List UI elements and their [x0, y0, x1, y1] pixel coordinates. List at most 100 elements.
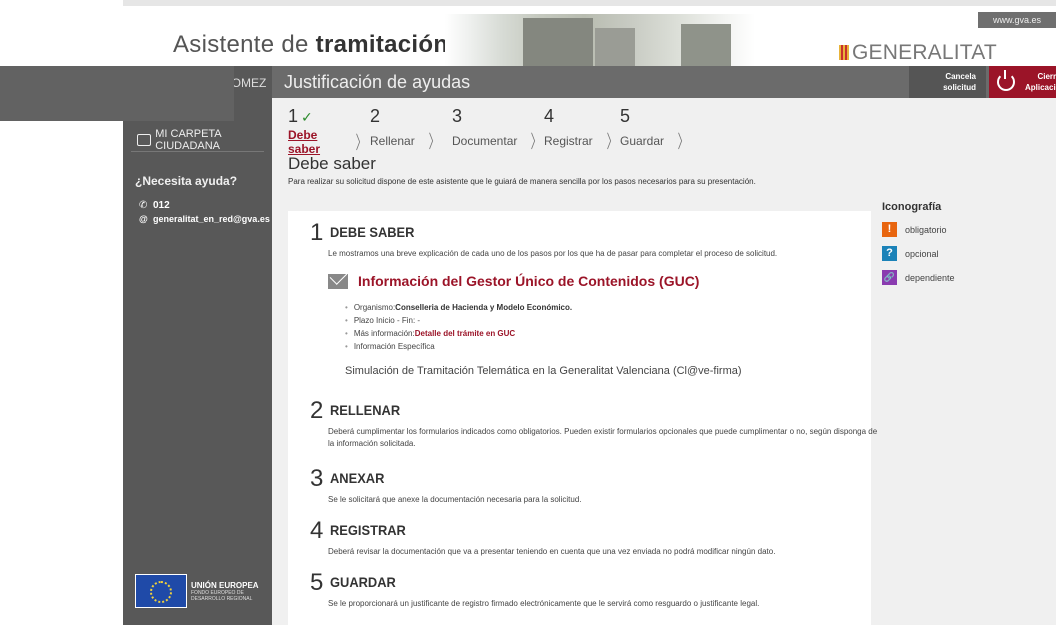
chevron-right-icon: 〉	[530, 132, 542, 152]
legend-item-opcional: ? opcional	[882, 246, 955, 261]
legend-label: opcional	[905, 248, 939, 259]
especifica-text: Información Específica	[353, 342, 435, 351]
senyera-icon	[839, 45, 849, 60]
section-desc: Deberá revisar la documentación que va a…	[328, 547, 776, 556]
step-registrar[interactable]: 4 Registrar 〉	[544, 106, 620, 156]
section-number: 1	[310, 219, 324, 246]
email-address: generalitat_en_red@gva.es	[153, 214, 270, 224]
legend-label: dependiente	[905, 272, 955, 283]
eu-title: UNIÓN EUROPEA	[191, 580, 259, 590]
app-brand: Asistente de tramitación	[173, 31, 448, 59]
section-desc: Se le proporcionará un justificante de r…	[328, 599, 760, 608]
carpeta-label: MI CARPETA CIUDADANA	[155, 128, 222, 152]
organismo-label: Organismo:	[353, 303, 396, 312]
list-item: Organismo:Conselleria de Hacienda y Mode…	[345, 301, 572, 314]
section-number: 4	[310, 517, 324, 544]
eu-logo: UNIÓN EUROPEA FONDO EUROPEO DE DESARROLLO …	[135, 574, 263, 608]
plazo-text: Plazo Inicio - Fin: -	[353, 316, 421, 325]
list-item: Más información:Detalle del trámite en G…	[345, 327, 572, 340]
info-section-4: 4 REGISTRAR Deberá revisar la documentaci…	[310, 517, 878, 558]
left-sidebar: JUEL PARDO GOMEZ 57638Q MI CARPETA CIUDA…	[123, 66, 272, 625]
brand-light-text: Asistente de	[173, 31, 316, 58]
close-label-2: Aplicació	[1025, 83, 1056, 92]
guc-info-list: Organismo:Conselleria de Hacienda y Mode…	[345, 301, 572, 353]
mas-info-label: Más información:	[353, 329, 415, 338]
step-label: Rellenar	[370, 134, 415, 148]
step-number: 2	[370, 106, 381, 126]
section-description: Para realizar su solicitud dispone de es…	[288, 177, 756, 186]
guc-title: Información del Gestor Único de Contenid…	[358, 273, 700, 289]
check-icon: ✓	[301, 109, 313, 125]
gva-link[interactable]: www.gva.es	[978, 12, 1056, 28]
step-number: 1 ✓	[288, 106, 370, 126]
chevron-right-icon: 〉	[428, 132, 440, 152]
question-icon: ?	[882, 246, 897, 261]
cancel-request-button[interactable]: Cancela solicitud	[909, 66, 986, 98]
guc-header: Información del Gestor Único de Contenid…	[328, 273, 699, 289]
iconography-title: Iconografía	[882, 201, 942, 213]
step-label: Debe saber	[288, 128, 321, 156]
mi-carpeta-link[interactable]: MI CARPETA CIUDADANA	[137, 128, 272, 152]
info-section-3: 3 ANEXAR Se le solicitará que anexe la do…	[310, 465, 878, 506]
step-wizard: 1 ✓ Debe saber 〉 2 Rellenar 〉 3 Documentar 〉…	[288, 106, 702, 156]
envelope-icon	[328, 273, 348, 289]
briefcase-icon	[137, 134, 152, 146]
section-title: ANEXAR	[330, 470, 385, 486]
cancel-label-2: solicitud	[943, 83, 976, 92]
close-application-button[interactable]: Cierra Aplicació	[989, 66, 1056, 98]
section-title: DEBE SABER	[330, 224, 415, 240]
header-building-image	[445, 14, 755, 72]
step-number-text: 1	[288, 106, 299, 126]
section-number: 2	[310, 397, 324, 424]
step-rellenar[interactable]: 2 Rellenar 〉	[370, 106, 452, 156]
app-frame: Asistente de tramitación www.gva.es GENE…	[123, 0, 1056, 625]
help-email[interactable]: @ generalitat_en_red@gva.es	[139, 214, 270, 224]
section-heading: Debe saber	[288, 154, 376, 173]
close-label-1: Cierra	[1037, 72, 1056, 81]
phone-icon: ✆	[139, 200, 148, 211]
organismo-value: Conselleria de Hacienda y Modelo Económi…	[395, 303, 573, 312]
info-section-5: 5 GUARDAR Se le proporcionará un justific…	[310, 569, 878, 610]
step-number: 3	[452, 106, 463, 126]
info-section-2: 2 RELLENAR Deberá cumplimentar los formul…	[310, 397, 878, 450]
step-number: 5	[620, 106, 631, 126]
eu-flag-icon	[135, 574, 187, 608]
iconography-legend: Iconografía ! obligatorio ? opcional 🔗 depe…	[882, 201, 955, 294]
brand-bold-text: tramitación	[315, 31, 449, 58]
building-shape	[681, 24, 731, 72]
step-documentar[interactable]: 3 Documentar 〉	[452, 106, 544, 156]
step-debe-saber[interactable]: 1 ✓ Debe saber 〉	[288, 106, 370, 156]
list-item: Información Específica	[345, 340, 572, 353]
legend-label: obligatorio	[905, 224, 947, 235]
simulation-title: Simulación de Tramitación Telemática en …	[345, 365, 742, 377]
chevron-right-icon: 〉	[606, 132, 618, 152]
section-title: GUARDAR	[330, 574, 396, 590]
step-number: 4	[544, 106, 555, 126]
power-icon	[997, 70, 1015, 91]
info-section-1: 1 DEBE SABER Le mostramos una breve expli…	[310, 219, 878, 260]
app-header: Asistente de tramitación www.gva.es GENE…	[123, 0, 1056, 88]
phone-number: 012	[153, 200, 170, 211]
chevron-right-icon: 〉	[677, 132, 689, 152]
step-label: Guardar	[620, 134, 665, 148]
help-phone[interactable]: ✆ 012	[139, 200, 170, 211]
step-label: Documentar	[452, 134, 518, 148]
building-shape	[523, 18, 593, 72]
step-guardar[interactable]: 5 Guardar 〉	[620, 106, 702, 156]
info-panel: 1 DEBE SABER Le mostramos una breve expli…	[288, 211, 877, 625]
page-titlebar: Justificación de ayudas Cancela solicitud…	[272, 66, 1056, 98]
guc-detail-link[interactable]: Detalle del trámite en GUC	[415, 329, 515, 338]
sidebar-divider	[131, 151, 264, 152]
chevron-right-icon: 〉	[355, 133, 367, 153]
help-title: ¿Necesita ayuda?	[135, 174, 238, 188]
list-item: Plazo Inicio - Fin: -	[345, 314, 572, 327]
page-title: Justificación de ayudas	[284, 72, 471, 92]
grey-overlay-panel	[0, 66, 234, 121]
eu-text: UNIÓN EUROPEA FONDO EUROPEO DE DESARROLLO …	[191, 581, 259, 602]
section-desc: Se le solicitará que anexe la documentac…	[328, 495, 582, 504]
section-number: 3	[310, 465, 324, 492]
legend-item-dependiente: 🔗 dependiente	[882, 270, 955, 285]
eu-subtitle-2: DESARROLLO REGIONAL	[191, 595, 253, 602]
cancel-label-1: Cancela	[945, 72, 976, 81]
step-label: Registrar	[544, 134, 593, 148]
